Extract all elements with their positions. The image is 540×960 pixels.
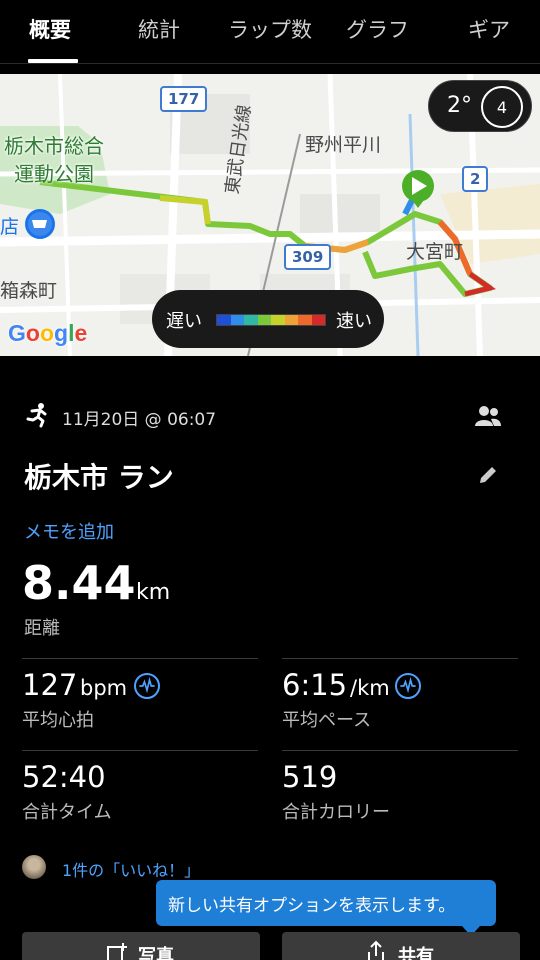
distance-unit: km [136,580,171,605]
avg-pace-unit: /km [350,676,390,700]
likes-count[interactable]: 1件の「いいね！」 [62,857,200,881]
calories-label: 合計カロリー [282,802,390,823]
avatar [22,855,46,879]
speed-swatch [298,315,312,325]
pencil-icon[interactable] [476,463,500,487]
speed-swatch [311,315,325,325]
add-photo-icon [107,943,127,960]
tab-overview[interactable]: 概要 [29,14,71,44]
wind-icon: 4 [481,86,523,128]
tab-gear[interactable]: ギア [468,14,510,44]
temperature: 2° [447,93,472,118]
total-time-value: 52:40 [22,760,106,794]
tab-graphs[interactable]: グラフ [346,14,409,44]
route-177-badge: 177 [160,86,208,112]
tab-stats[interactable]: 統計 [138,14,180,44]
divider [22,750,258,751]
distance-label: 距離 [24,618,60,639]
share-icon [368,940,384,960]
share-button-label: 共有 [398,946,434,960]
speed-swatch [257,315,271,325]
wind-speed: 4 [496,98,508,117]
speed-swatch [244,315,258,325]
pace-wave-icon[interactable] [395,673,421,699]
divider [282,658,518,659]
speed-legend: 遅い 速い [152,290,384,348]
map-label-park-line-2: 運動公園 [14,162,94,186]
route-2-badge: 2 [462,166,489,192]
map-label-park-line-1: 栃木市総合 [4,134,104,158]
divider [22,658,258,659]
route-map[interactable]: 栃木市総合 運動公園 野州平川 東武日光線 大宮町 箱森町 店 177 309 … [0,74,540,356]
avg-heart-rate-unit: bpm [80,676,128,700]
avg-heart-rate-value: 127 [22,668,78,702]
google-logo: Google [8,320,88,346]
activity-datetime: 11月20日 @ 06:07 [62,410,217,430]
add-memo-link[interactable]: メモを追加 [24,518,114,544]
map-label-omiya: 大宮町 [406,241,464,263]
map-label-hakonomori: 箱森町 [0,280,58,302]
weather-pill[interactable]: 2° 4 [428,80,532,132]
distance-value: 8.44 [22,556,136,610]
active-tab-indicator [28,59,78,63]
share-button[interactable]: 共有 [282,932,520,960]
share-options-tooltip[interactable]: 新しい共有オプションを表示します。 [156,880,496,936]
photo-button-label: 写真 [138,946,174,960]
map-label-store: 店 [0,216,20,238]
map-label-park: 栃木市総合 運動公園 [4,132,104,188]
speed-swatch [217,315,231,325]
speed-swatch [271,315,285,325]
running-icon [26,403,47,428]
photo-button[interactable]: 写真 [22,932,260,960]
activity-title: 栃木市 ラン [24,461,174,494]
speed-swatch [230,315,244,325]
avg-heart-rate-label: 平均心拍 [22,710,94,731]
map-label-yashu: 野州平川 [305,134,382,156]
avg-pace-label: 平均ペース [282,710,372,731]
speed-fast-label: 速い [336,311,372,332]
avg-pace-value: 6:15 [282,668,348,702]
calories-value: 519 [282,760,338,794]
divider [282,750,518,751]
tooltip-text: 新しい共有オプションを表示します。 [168,896,456,916]
tab-laps[interactable]: ラップ数 [228,14,312,44]
route-309-badge: 309 [284,244,332,270]
total-time-label: 合計タイム [22,802,112,823]
people-icon[interactable] [474,404,502,428]
speed-swatch [284,315,298,325]
speed-gradient-bar [216,314,326,326]
tab-bar: 概要 統計 ラップ数 グラフ ギア [0,0,540,64]
heart-rate-wave-icon[interactable] [134,673,160,699]
speed-slow-label: 遅い [166,311,202,332]
